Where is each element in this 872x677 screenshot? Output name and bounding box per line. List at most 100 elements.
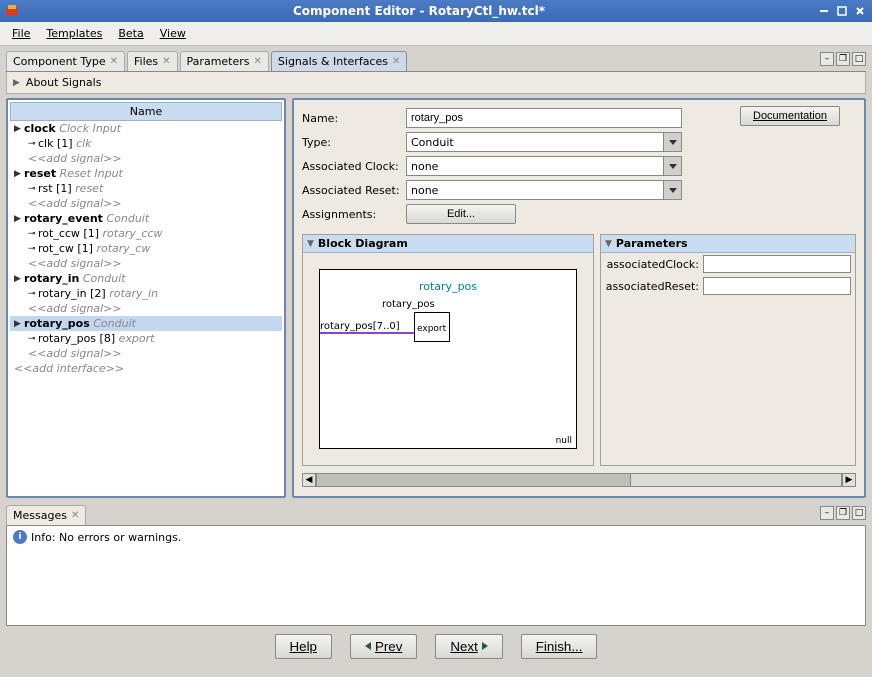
menu-beta[interactable]: Beta xyxy=(110,25,151,42)
tree-header-name: Name xyxy=(10,102,282,121)
tree-node-reset[interactable]: ▶reset Reset Input xyxy=(10,166,282,181)
name-input[interactable] xyxy=(406,108,682,128)
tree-leaf-rot-cw[interactable]: ⊸rot_cw [1] rotary_cw xyxy=(10,241,282,256)
tree-node-rotary-pos[interactable]: ▶rotary_pos Conduit xyxy=(10,316,282,331)
close-button[interactable] xyxy=(852,4,868,18)
assoc-reset-label: Associated Reset: xyxy=(302,184,406,197)
tab-restore-icon[interactable]: ❐ xyxy=(836,506,850,520)
expand-icon: ▶ xyxy=(13,78,20,88)
param-assoc-reset-label: associatedReset: xyxy=(605,280,699,293)
scroll-right-icon[interactable]: ▶ xyxy=(842,473,856,487)
window-title: Component Editor - RotaryCtl_hw.tcl* xyxy=(24,4,814,18)
tab-signals-interfaces[interactable]: Signals & Interfaces ✕ xyxy=(271,51,407,71)
collapse-icon: ▼ xyxy=(307,239,314,249)
block-diagram-canvas: rotary_pos rotary_pos rotary_pos[7..0] e… xyxy=(319,269,577,449)
tab-files[interactable]: Files ✕ xyxy=(127,51,178,71)
tab-maximize-icon[interactable]: □ xyxy=(852,52,866,66)
name-label: Name: xyxy=(302,112,406,125)
tree-node-clock[interactable]: ▶clock Clock Input xyxy=(10,121,282,136)
tree-node-rotary-in[interactable]: ▶rotary_in Conduit xyxy=(10,271,282,286)
titlebar: Component Editor - RotaryCtl_hw.tcl* xyxy=(0,0,872,22)
bottom-button-bar: Help Prev Next Finish... xyxy=(6,626,866,666)
tree-leaf-rot-ccw[interactable]: ⊸rot_ccw [1] rotary_ccw xyxy=(10,226,282,241)
chevron-down-icon xyxy=(663,157,681,175)
block-diagram-panel: ▼Block Diagram rotary_pos rotary_pos rot… xyxy=(302,234,594,466)
tab-minimize-icon[interactable]: – xyxy=(820,506,834,520)
param-assoc-clock-input[interactable] xyxy=(703,255,851,273)
documentation-button[interactable]: Documentation xyxy=(740,106,840,126)
type-select[interactable]: Conduit xyxy=(406,132,682,152)
tree-add-interface[interactable]: <<add interface>> xyxy=(10,361,282,376)
minimize-button[interactable] xyxy=(816,4,832,18)
properties-panel: Documentation Name: Type:Conduit Associa… xyxy=(292,98,866,498)
scroll-thumb[interactable] xyxy=(317,474,631,486)
menu-templates[interactable]: Templates xyxy=(38,25,110,42)
block-signal-name: rotary_pos xyxy=(320,280,576,293)
tree-leaf-rotary-pos8[interactable]: ⊸rotary_pos [8] export xyxy=(10,331,282,346)
tab-label: Parameters xyxy=(187,55,250,68)
menu-file[interactable]: File xyxy=(4,25,38,42)
info-icon: i xyxy=(13,530,27,544)
scroll-left-icon[interactable]: ◀ xyxy=(302,473,316,487)
parameters-panel: ▼Parameters associatedClock: associatedR… xyxy=(600,234,856,466)
parameters-title[interactable]: ▼Parameters xyxy=(601,235,855,253)
tree-add-signal[interactable]: <<add signal>> xyxy=(10,151,282,166)
tab-restore-icon[interactable]: ❐ xyxy=(836,52,850,66)
main-tabbar: Component Type ✕ Files ✕ Parameters ✕ Signa… xyxy=(6,50,866,72)
tab-close-icon[interactable]: ✕ xyxy=(110,56,118,67)
tab-close-icon[interactable]: ✕ xyxy=(162,56,170,67)
app-icon xyxy=(4,3,20,19)
tree-add-signal[interactable]: <<add signal>> xyxy=(10,301,282,316)
tab-close-icon[interactable]: ✕ xyxy=(392,56,400,67)
next-button[interactable]: Next xyxy=(435,634,502,659)
tab-component-type[interactable]: Component Type ✕ xyxy=(6,51,125,71)
help-button[interactable]: Help xyxy=(275,634,332,659)
block-wire xyxy=(320,332,414,334)
tree-add-signal[interactable]: <<add signal>> xyxy=(10,196,282,211)
tab-label: Files xyxy=(134,55,158,68)
block-left-label: rotary_pos[7..0] xyxy=(320,321,400,332)
menubar: File Templates Beta View xyxy=(0,22,872,46)
block-in-label: export xyxy=(417,324,446,334)
block-top-label: rotary_pos xyxy=(382,299,435,310)
assoc-clock-select[interactable]: none xyxy=(406,156,682,176)
block-diagram-title[interactable]: ▼Block Diagram xyxy=(303,235,593,253)
assoc-reset-select[interactable]: none xyxy=(406,180,682,200)
tab-maximize-icon[interactable]: □ xyxy=(852,506,866,520)
hscrollbar[interactable]: ◀ ▶ xyxy=(302,472,856,488)
tree-leaf-rotary-in2[interactable]: ⊸rotary_in [2] rotary_in xyxy=(10,286,282,301)
tab-parameters[interactable]: Parameters ✕ xyxy=(180,51,269,71)
assignments-label: Assignments: xyxy=(302,208,406,221)
maximize-button[interactable] xyxy=(834,4,850,18)
message-row[interactable]: i Info: No errors or warnings. xyxy=(13,530,859,544)
messages-panel: i Info: No errors or warnings. xyxy=(6,526,866,626)
tree-leaf-clk[interactable]: ⊸clk [1] clk xyxy=(10,136,282,151)
tree-leaf-rst[interactable]: ⊸rst [1] reset xyxy=(10,181,282,196)
tab-minimize-icon[interactable]: – xyxy=(820,52,834,66)
tree-node-rotary-event[interactable]: ▶rotary_event Conduit xyxy=(10,211,282,226)
assoc-clock-label: Associated Clock: xyxy=(302,160,406,173)
chevron-down-icon xyxy=(663,181,681,199)
finish-button[interactable]: Finish... xyxy=(521,634,598,659)
prev-button[interactable]: Prev xyxy=(350,634,417,659)
menu-view[interactable]: View xyxy=(152,25,194,42)
tree-add-signal[interactable]: <<add signal>> xyxy=(10,256,282,271)
about-signals-bar[interactable]: ▶ About Signals xyxy=(6,72,866,94)
edit-assignments-button[interactable]: Edit... xyxy=(406,204,516,224)
tab-close-icon[interactable]: ✕ xyxy=(71,510,79,521)
signals-tree[interactable]: ▶clock Clock Input ⊸clk [1] clk <<add si… xyxy=(10,121,282,494)
block-null-label: null xyxy=(556,436,572,446)
param-assoc-clock-label: associatedClock: xyxy=(605,258,699,271)
about-label: About Signals xyxy=(26,76,102,89)
tree-add-signal[interactable]: <<add signal>> xyxy=(10,346,282,361)
param-assoc-reset-input[interactable] xyxy=(703,277,851,295)
tab-label: Messages xyxy=(13,509,67,522)
tab-label: Component Type xyxy=(13,55,106,68)
tab-messages[interactable]: Messages ✕ xyxy=(6,505,86,525)
collapse-icon: ▼ xyxy=(605,239,612,249)
tab-close-icon[interactable]: ✕ xyxy=(254,56,262,67)
message-text: Info: No errors or warnings. xyxy=(31,531,181,544)
tab-label: Signals & Interfaces xyxy=(278,55,388,68)
type-label: Type: xyxy=(302,136,406,149)
scroll-track[interactable] xyxy=(316,473,842,487)
